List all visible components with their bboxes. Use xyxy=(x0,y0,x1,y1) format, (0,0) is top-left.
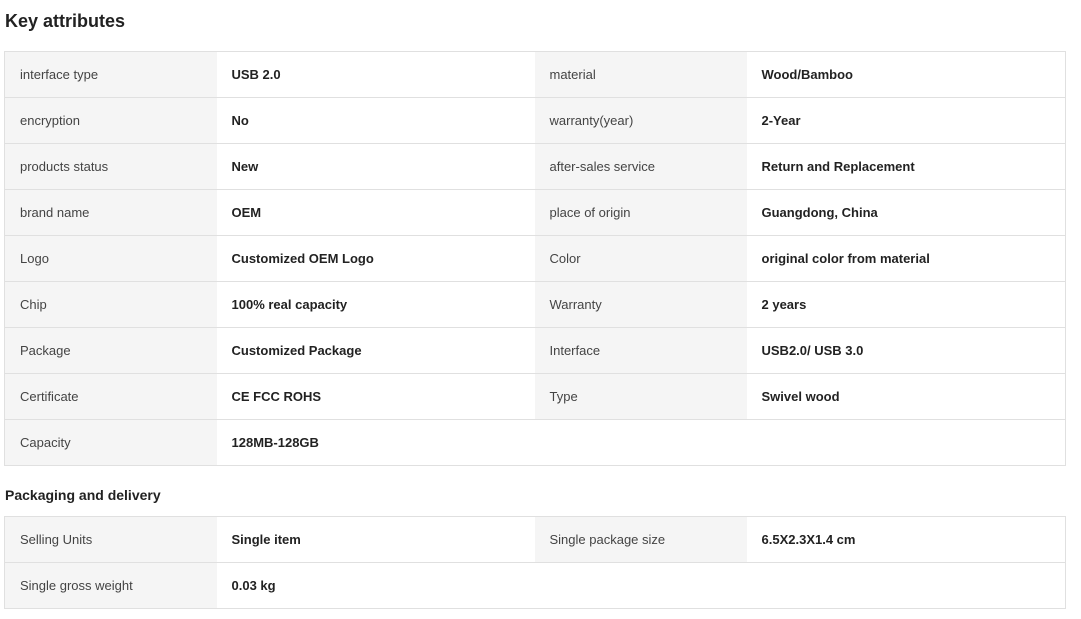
attribute-value: 100% real capacity xyxy=(216,281,535,328)
packaging-heading: Packaging and delivery xyxy=(5,487,161,503)
attribute-label: after-sales service xyxy=(534,143,747,190)
table-row: Chip 100% real capacity Warranty 2 years xyxy=(4,281,1066,328)
attribute-label: brand name xyxy=(4,189,217,236)
attribute-label: Single package size xyxy=(534,516,747,563)
key-attributes-table: interface type USB 2.0 material Wood/Bamboo… xyxy=(4,51,1066,466)
attribute-label: place of origin xyxy=(534,189,747,236)
attribute-label: Chip xyxy=(4,281,217,328)
attribute-value: USB 2.0 xyxy=(216,51,535,98)
table-row: Single gross weight 0.03 kg xyxy=(4,562,1066,609)
attribute-value: OEM xyxy=(216,189,535,236)
attribute-label: Single gross weight xyxy=(4,562,217,609)
empty-cell xyxy=(534,562,1066,609)
attribute-value: Single item xyxy=(216,516,535,563)
attribute-value: 6.5X2.3X1.4 cm xyxy=(746,516,1066,563)
attribute-value: Wood/Bamboo xyxy=(746,51,1066,98)
attribute-value: Customized OEM Logo xyxy=(216,235,535,282)
attribute-label: Selling Units xyxy=(4,516,217,563)
attribute-value: No xyxy=(216,97,535,144)
attribute-value: 0.03 kg xyxy=(216,562,535,609)
table-row: brand name OEM place of origin Guangdong, C… xyxy=(4,189,1066,236)
table-row: Certificate CE FCC ROHS Type Swivel wood xyxy=(4,373,1066,420)
attribute-label: products status xyxy=(4,143,217,190)
attribute-value: Guangdong, China xyxy=(746,189,1066,236)
attribute-label: material xyxy=(534,51,747,98)
table-row: Package Customized Package Interface USB2.0… xyxy=(4,327,1066,374)
table-row: interface type USB 2.0 material Wood/Bamboo xyxy=(4,51,1066,98)
attribute-label: interface type xyxy=(4,51,217,98)
packaging-table: Selling Units Single item Single package s… xyxy=(4,516,1066,609)
table-row: Logo Customized OEM Logo Color original col… xyxy=(4,235,1066,282)
attribute-value: USB2.0/ USB 3.0 xyxy=(746,327,1066,374)
attribute-value: 2 years xyxy=(746,281,1066,328)
attribute-value: CE FCC ROHS xyxy=(216,373,535,420)
table-row: Capacity 128MB-128GB xyxy=(4,419,1066,466)
table-row: Selling Units Single item Single package s… xyxy=(4,516,1066,563)
attribute-label: Capacity xyxy=(4,419,217,466)
attribute-value: New xyxy=(216,143,535,190)
key-attributes-heading: Key attributes xyxy=(5,11,126,31)
attribute-value: original color from material xyxy=(746,235,1066,282)
attribute-value: 128MB-128GB xyxy=(216,419,535,466)
attribute-value: Return and Replacement xyxy=(746,143,1066,190)
table-row: products status New after-sales service Ret… xyxy=(4,143,1066,190)
attribute-label: Warranty xyxy=(534,281,747,328)
attribute-label: Package xyxy=(4,327,217,374)
attribute-label: warranty(year) xyxy=(534,97,747,144)
attribute-value: 2-Year xyxy=(746,97,1066,144)
attribute-label: Certificate xyxy=(4,373,217,420)
attribute-label: Color xyxy=(534,235,747,282)
table-row: encryption No warranty(year) 2-Year xyxy=(4,97,1066,144)
attribute-label: Type xyxy=(534,373,747,420)
attribute-value: Customized Package xyxy=(216,327,535,374)
empty-cell xyxy=(534,419,1066,466)
attribute-label: Logo xyxy=(4,235,217,282)
attribute-label: encryption xyxy=(4,97,217,144)
attribute-value: Swivel wood xyxy=(746,373,1066,420)
attribute-label: Interface xyxy=(534,327,747,374)
